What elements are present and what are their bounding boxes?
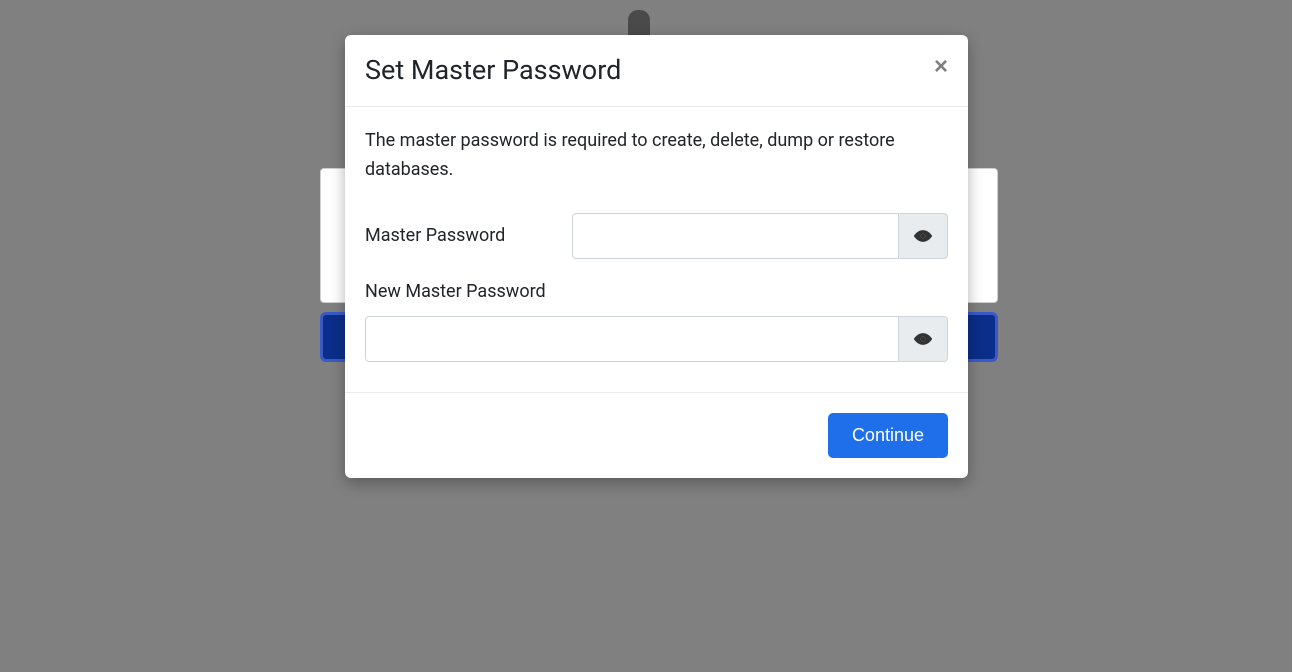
new-master-password-row: New Master Password [365, 281, 948, 362]
modal-body: The master password is required to creat… [345, 107, 968, 392]
eye-icon [913, 332, 933, 346]
master-password-label: Master Password [365, 225, 572, 246]
modal-title: Set Master Password [365, 53, 621, 88]
new-master-password-input-group [365, 316, 948, 362]
toggle-new-master-password-visibility[interactable] [898, 316, 948, 362]
close-button[interactable]: × [934, 55, 948, 79]
eye-icon [913, 229, 933, 243]
new-master-password-input[interactable] [365, 316, 898, 362]
modal-description: The master password is required to creat… [365, 127, 948, 185]
modal-header: Set Master Password × [345, 35, 968, 107]
continue-button[interactable]: Continue [828, 413, 948, 458]
master-password-input[interactable] [572, 213, 898, 259]
master-password-row: Master Password [365, 213, 948, 259]
new-master-password-label: New Master Password [365, 281, 948, 302]
modal-footer: Continue [345, 392, 968, 478]
set-master-password-modal: Set Master Password × The master passwor… [345, 35, 968, 478]
close-icon: × [934, 53, 948, 80]
toggle-master-password-visibility[interactable] [898, 213, 948, 259]
master-password-input-group [572, 213, 948, 259]
